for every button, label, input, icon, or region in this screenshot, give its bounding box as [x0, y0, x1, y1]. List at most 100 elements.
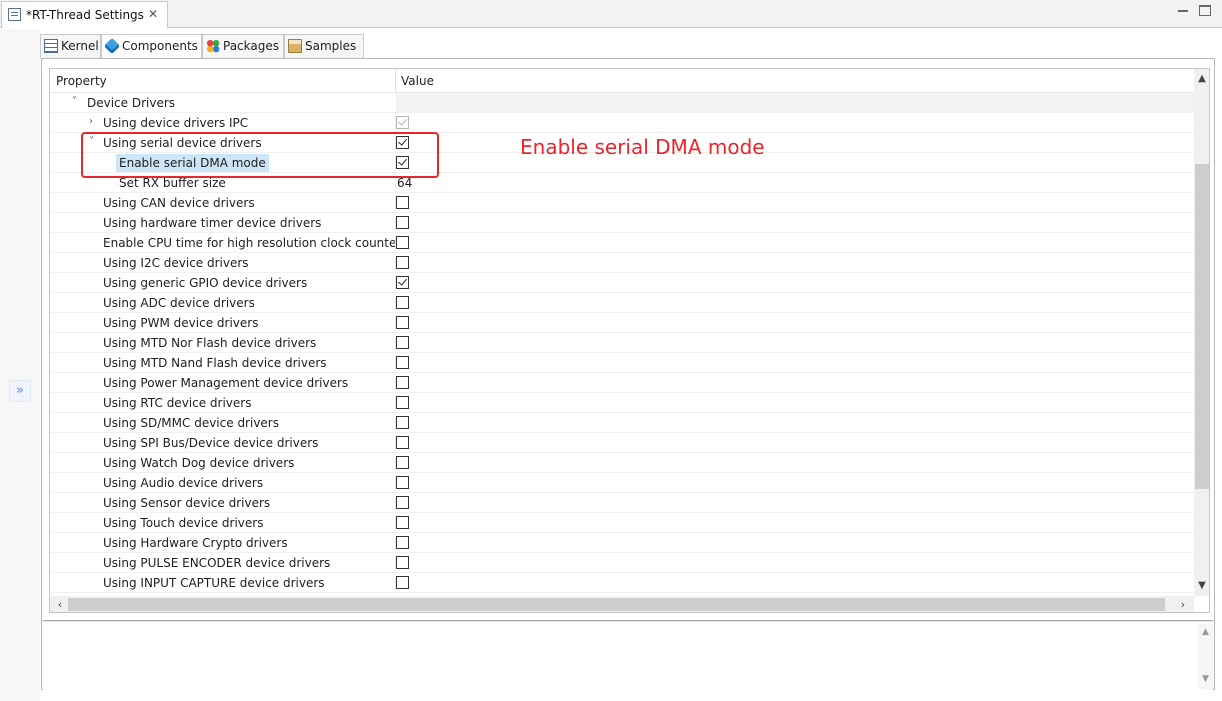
checkbox-ipc	[396, 116, 409, 129]
components-icon	[103, 37, 121, 55]
tree-row-label: Using MTD Nand Flash device drivers	[103, 356, 327, 370]
left-trim-bar: »	[0, 29, 40, 701]
tree-row-pwm[interactable]: Using PWM device drivers	[50, 313, 1194, 333]
scroll-up-icon[interactable]: ▲	[1194, 71, 1209, 87]
tree-row-label: Using I2C device drivers	[103, 256, 249, 270]
tab-components[interactable]: Components	[101, 34, 202, 59]
checkbox-i2c[interactable]	[396, 256, 409, 269]
tree-row-label: Using Touch device drivers	[103, 516, 264, 530]
horizontal-scroll-thumb[interactable]	[68, 598, 1165, 611]
checkbox-pulse-encoder[interactable]	[396, 556, 409, 569]
chevron-down-icon[interactable]: ˅	[72, 96, 82, 108]
scroll-right-icon[interactable]: ›	[1175, 596, 1191, 612]
vertical-scroll-thumb[interactable]	[1195, 164, 1209, 489]
chevron-right-icon[interactable]: ›	[89, 116, 99, 128]
tree-row-gpio[interactable]: Using generic GPIO device drivers	[50, 273, 1194, 293]
tree-row-sdmmc[interactable]: Using SD/MMC device drivers	[50, 413, 1194, 433]
checkbox-can[interactable]	[396, 196, 409, 209]
tree-row-adc[interactable]: Using ADC device drivers	[50, 293, 1194, 313]
settings-file-icon	[8, 8, 21, 21]
tree-header: Property Value	[50, 69, 1194, 93]
checkbox-mtd-nand[interactable]	[396, 356, 409, 369]
check-icon	[398, 276, 407, 286]
tree-row-can[interactable]: Using CAN device drivers	[50, 193, 1194, 213]
tree-row-mtd-nor[interactable]: Using MTD Nor Flash device drivers	[50, 333, 1194, 353]
tree-row-pm[interactable]: Using Power Management device drivers	[50, 373, 1194, 393]
checkbox-wdt[interactable]	[396, 456, 409, 469]
tab-kernel-label: Kernel	[61, 39, 99, 53]
annotation-highlight-box	[81, 132, 439, 178]
tree-row-hwtimer[interactable]: Using hardware timer device drivers	[50, 213, 1194, 233]
tree-row-i2c[interactable]: Using I2C device drivers	[50, 253, 1194, 273]
tree-row-label: Using MTD Nor Flash device drivers	[103, 336, 317, 350]
description-scrollbar[interactable]: ▲ ▼	[1198, 624, 1213, 690]
tree-row-rtc[interactable]: Using RTC device drivers	[50, 393, 1194, 413]
tab-samples-label: Samples	[305, 39, 357, 53]
tab-packages[interactable]: Packages	[202, 34, 284, 58]
column-header-property[interactable]: Property	[56, 74, 107, 88]
vertical-scrollbar[interactable]: ▲ ▼	[1194, 69, 1209, 596]
checkbox-sensor[interactable]	[396, 496, 409, 509]
horizontal-scrollbar[interactable]: ‹ ›	[50, 596, 1194, 612]
editor-tab-title: *RT-Thread Settings	[26, 8, 144, 22]
tree-row-crypto[interactable]: Using Hardware Crypto drivers	[50, 533, 1194, 553]
checkbox-rtc[interactable]	[396, 396, 409, 409]
tree-row-wdt[interactable]: Using Watch Dog device drivers	[50, 453, 1194, 473]
tree-row-input-capture[interactable]: Using INPUT CAPTURE device drivers	[50, 573, 1194, 593]
kernel-icon	[44, 39, 58, 53]
tree-row-sensor[interactable]: Using Sensor device drivers	[50, 493, 1194, 513]
tree-row-pulse-encoder[interactable]: Using PULSE ENCODER device drivers	[50, 553, 1194, 573]
tab-components-label: Components	[122, 39, 198, 53]
scroll-down-icon[interactable]: ▼	[1194, 578, 1209, 594]
checkbox-audio[interactable]	[396, 476, 409, 489]
checkbox-pm[interactable]	[396, 376, 409, 389]
checkbox-pwm[interactable]	[396, 316, 409, 329]
checkbox-gpio[interactable]	[396, 276, 409, 289]
description-area: ▲ ▼	[43, 624, 1213, 690]
editor-tab-rt-thread-settings[interactable]: *RT-Thread Settings ✕	[1, 1, 168, 28]
close-icon[interactable]: ✕	[148, 7, 158, 21]
tree-row-label: Using PULSE ENCODER device drivers	[103, 556, 331, 570]
tab-samples[interactable]: Samples	[284, 34, 364, 58]
tree-row-spi[interactable]: Using SPI Bus/Device device drivers	[50, 433, 1194, 453]
checkbox-cputime[interactable]	[396, 236, 409, 249]
tree-row-cputime[interactable]: Enable CPU time for high resolution cloc…	[50, 233, 1194, 253]
rx-buffer-value[interactable]: 64	[397, 176, 412, 190]
tree-row-audio[interactable]: Using Audio device drivers	[50, 473, 1194, 493]
tree-row-mtd-nand[interactable]: Using MTD Nand Flash device drivers	[50, 353, 1194, 373]
check-icon	[398, 116, 407, 126]
minimize-button[interactable]	[1177, 5, 1189, 16]
column-separator[interactable]	[395, 69, 396, 93]
tree-row-label: Using ADC device drivers	[103, 296, 255, 310]
pane-divider[interactable]	[43, 620, 1213, 622]
checkbox-crypto[interactable]	[396, 536, 409, 549]
tree-row-label: Enable CPU time for high resolution cloc…	[103, 236, 402, 250]
column-header-value[interactable]: Value	[401, 74, 434, 88]
scroll-down-icon[interactable]: ▼	[1198, 674, 1213, 684]
scroll-left-icon[interactable]: ‹	[52, 596, 68, 612]
tree-row-label: Using device drivers IPC	[103, 116, 249, 130]
tree-row-label: Using Power Management device drivers	[103, 376, 349, 390]
annotation-label: Enable serial DMA mode	[520, 135, 765, 159]
tree-row-label: Set RX buffer size	[119, 176, 226, 190]
checkbox-hwtimer[interactable]	[396, 216, 409, 229]
scroll-up-icon[interactable]: ▲	[1198, 627, 1213, 637]
tree-row-label: Using Watch Dog device drivers	[103, 456, 295, 470]
tree-row-ipc[interactable]: › Using device drivers IPC	[50, 113, 1194, 133]
tree-row-device-drivers[interactable]: ˅ Device Drivers	[50, 93, 1194, 113]
checkbox-input-capture[interactable]	[396, 576, 409, 589]
tree-row-label: Device Drivers	[87, 96, 176, 110]
checkbox-touch[interactable]	[396, 516, 409, 529]
maximize-button[interactable]	[1199, 5, 1211, 16]
checkbox-mtd-nor[interactable]	[396, 336, 409, 349]
tree-row-label: Using Audio device drivers	[103, 476, 264, 490]
tree-row-touch[interactable]: Using Touch device drivers	[50, 513, 1194, 533]
tree-row-label: Using Sensor device drivers	[103, 496, 271, 510]
checkbox-adc[interactable]	[396, 296, 409, 309]
tab-kernel[interactable]: Kernel	[40, 34, 101, 58]
checkbox-sdmmc[interactable]	[396, 416, 409, 429]
checkbox-spi[interactable]	[396, 436, 409, 449]
show-view-button[interactable]: »	[9, 380, 31, 402]
tree-row-label: Using PWM device drivers	[103, 316, 259, 330]
tree-row-label: Using SPI Bus/Device device drivers	[103, 436, 319, 450]
